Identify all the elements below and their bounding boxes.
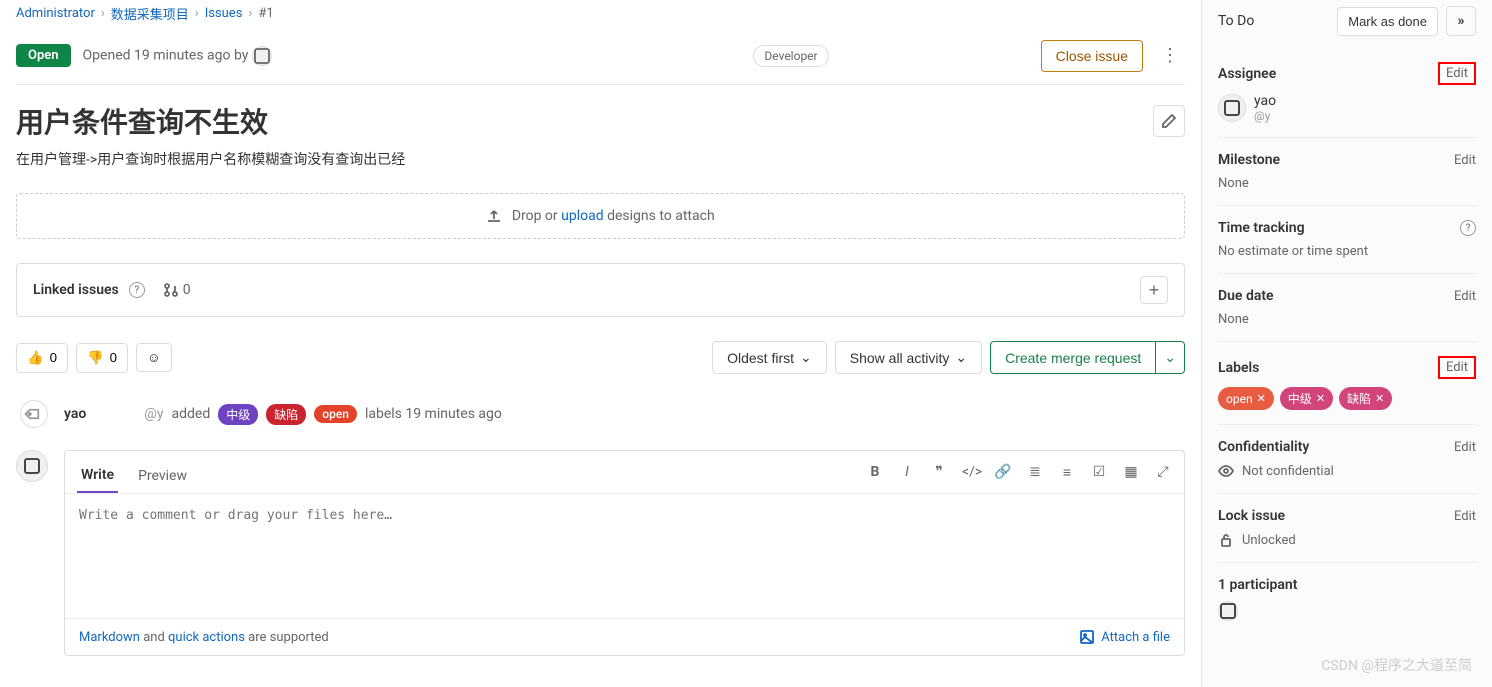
role-badge: Developer: [753, 45, 828, 67]
participant-avatar-icon[interactable]: [1218, 601, 1238, 621]
numbered-list-icon[interactable]: ≡: [1058, 464, 1076, 481]
assignee-title: Assignee: [1218, 66, 1276, 82]
eye-icon: [1218, 463, 1234, 479]
issue-title: 用户条件查询不生效: [16, 101, 1141, 141]
tab-write[interactable]: Write: [77, 459, 118, 493]
milestone-title: Milestone: [1218, 152, 1280, 168]
link-icon[interactable]: 🔗: [994, 464, 1012, 481]
label-pill-open[interactable]: open: [314, 405, 357, 423]
remove-label-mid[interactable]: ✕: [1316, 392, 1325, 405]
assignee-handle: @y: [1254, 109, 1276, 123]
remove-label-defect[interactable]: ✕: [1375, 392, 1384, 405]
linked-count: 0: [163, 282, 191, 298]
label-chip-midlevel[interactable]: 中级✕: [1280, 387, 1333, 410]
edit-confidentiality-button[interactable]: Edit: [1454, 440, 1476, 455]
comment-editor: Write Preview B I ❞ </> 🔗 ≣ ≡ ☑ ▦ ⤢: [64, 450, 1185, 656]
add-linked-issue-button[interactable]: +: [1140, 276, 1168, 304]
image-icon: [1079, 629, 1095, 645]
editor-help: Markdown and quick actions are supported: [79, 630, 329, 645]
issue-description: 在用户管理->用户查询时根据用户名称模糊查询没有查询出已经: [16, 149, 1185, 185]
linked-issues-panel: Linked issues ? 0 +: [16, 263, 1185, 317]
thumbs-up-icon: 👍: [27, 350, 44, 366]
quick-actions-link[interactable]: quick actions: [168, 630, 245, 645]
add-reaction-button[interactable]: ☺: [136, 343, 172, 372]
breadcrumb: Administrator› 数据采集项目› Issues› #1: [16, 0, 1185, 27]
chevron-down-icon: ⌄: [800, 349, 812, 366]
upload-icon: [486, 208, 502, 224]
lock-value: Unlocked: [1242, 533, 1296, 548]
tab-preview[interactable]: Preview: [134, 460, 191, 492]
label-pill-defect[interactable]: 缺陷: [266, 404, 306, 425]
edit-milestone-button[interactable]: Edit: [1454, 153, 1476, 168]
create-merge-request-dropdown[interactable]: ⌄: [1156, 341, 1185, 374]
mark-as-done-button[interactable]: Mark as done: [1337, 7, 1438, 36]
help-icon[interactable]: ?: [129, 282, 145, 298]
activity-handle: @y: [144, 406, 163, 422]
label-icon: [14, 394, 54, 434]
edit-due-date-button[interactable]: Edit: [1454, 289, 1476, 304]
smile-icon: ☺: [147, 350, 161, 365]
current-user-avatar-icon: [16, 450, 48, 482]
breadcrumb-admin[interactable]: Administrator: [16, 6, 95, 21]
activity-filter-dropdown[interactable]: Show all activity ⌄: [835, 341, 982, 374]
quote-icon[interactable]: ❞: [930, 464, 948, 481]
lock-title: Lock issue: [1218, 508, 1285, 524]
issue-actions-menu[interactable]: ⋮: [1155, 39, 1185, 72]
edit-title-button[interactable]: [1153, 105, 1185, 137]
close-issue-button[interactable]: Close issue: [1041, 40, 1143, 72]
label-chip-open[interactable]: open✕: [1218, 387, 1274, 410]
author-avatar-icon[interactable]: [252, 46, 272, 66]
pencil-icon: [1161, 113, 1177, 129]
label-chip-defect[interactable]: 缺陷✕: [1339, 387, 1392, 410]
linked-issues-title: Linked issues: [33, 282, 119, 298]
unlock-icon: [1218, 532, 1234, 548]
thumbs-down-icon: 👎: [87, 350, 104, 366]
sidebar-todo: To Do: [1218, 13, 1254, 29]
assignee-avatar-icon: [1218, 94, 1246, 122]
collapse-sidebar-button[interactable]: »: [1446, 6, 1476, 36]
due-date-value: None: [1218, 312, 1476, 327]
breadcrumb-project[interactable]: 数据采集项目: [111, 4, 189, 23]
edit-labels-button[interactable]: Edit: [1438, 356, 1476, 379]
fullscreen-icon[interactable]: ⤢: [1154, 464, 1172, 481]
chevron-down-icon: ⌄: [955, 349, 967, 366]
create-merge-request-button[interactable]: Create merge request: [990, 341, 1156, 374]
edit-assignee-button[interactable]: Edit: [1438, 62, 1476, 85]
code-icon[interactable]: </>: [962, 464, 980, 481]
attach-file-button[interactable]: Attach a file: [1079, 629, 1170, 645]
edit-lock-button[interactable]: Edit: [1454, 509, 1476, 524]
thumbs-up-button[interactable]: 👍0: [16, 343, 68, 373]
confidentiality-title: Confidentiality: [1218, 439, 1309, 455]
participants-title: 1 participant: [1218, 577, 1476, 593]
breadcrumb-number: #1: [258, 6, 273, 21]
thumbs-down-button[interactable]: 👎0: [76, 343, 128, 373]
bold-icon[interactable]: B: [866, 464, 884, 481]
chevron-down-icon: ⌄: [1164, 349, 1176, 365]
opened-meta: Opened 19 minutes ago by: [83, 46, 742, 66]
comment-textarea[interactable]: [65, 494, 1184, 614]
merge-request-icon: [163, 282, 179, 298]
sort-dropdown[interactable]: Oldest first ⌄: [712, 341, 827, 374]
activity-label-added: yao @y added 中级 缺陷 open labels 19 minute…: [16, 390, 1185, 438]
time-value: No estimate or time spent: [1218, 244, 1476, 259]
task-list-icon[interactable]: ☑: [1090, 464, 1108, 481]
assignee-name[interactable]: yao: [1254, 93, 1276, 109]
italic-icon[interactable]: I: [898, 464, 916, 481]
table-icon[interactable]: ▦: [1122, 464, 1140, 481]
markdown-link[interactable]: Markdown: [79, 630, 140, 645]
time-tracking-title: Time tracking: [1218, 220, 1305, 236]
due-date-title: Due date: [1218, 288, 1274, 304]
time-help-icon[interactable]: ?: [1460, 220, 1476, 236]
labels-title: Labels: [1218, 360, 1259, 376]
breadcrumb-issues[interactable]: Issues: [205, 6, 243, 21]
milestone-value: None: [1218, 176, 1476, 191]
activity-author[interactable]: yao: [64, 406, 86, 422]
bullet-list-icon[interactable]: ≣: [1026, 464, 1044, 481]
label-pill-midlevel[interactable]: 中级: [218, 404, 258, 425]
confidentiality-value: Not confidential: [1242, 464, 1334, 479]
design-upload-zone[interactable]: Drop or upload designs to attach: [16, 193, 1185, 239]
status-badge: Open: [16, 44, 71, 67]
upload-link[interactable]: upload: [561, 208, 603, 224]
remove-label-open[interactable]: ✕: [1257, 392, 1266, 405]
